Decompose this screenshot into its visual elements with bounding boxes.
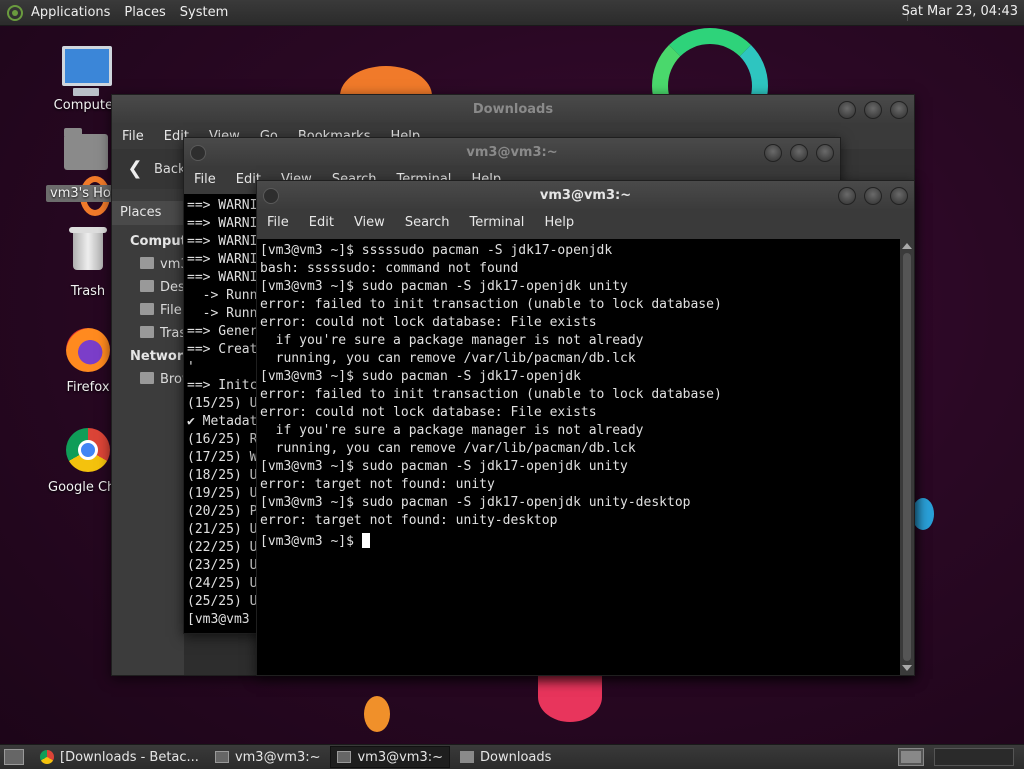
terminal-line: if you're sure a package manager is not …: [260, 423, 644, 438]
desktop-icon: [140, 280, 154, 292]
window-title: Downloads: [472, 101, 554, 117]
window-title: vm3@vm3:~: [539, 187, 632, 203]
text-cursor: [361, 533, 370, 548]
terminal-titlebar[interactable]: vm3@vm3:~: [184, 138, 840, 166]
terminal-line: running, you can remove /var/lib/pacman/…: [260, 441, 636, 456]
trash-icon: [140, 326, 154, 338]
terminal-line: error: failed to init transaction (unabl…: [260, 387, 722, 402]
terminal-icon: [214, 751, 229, 763]
scroll-up-icon[interactable]: [902, 243, 912, 249]
downloads-titlebar[interactable]: Downloads: [112, 95, 914, 123]
network-icon: [140, 372, 154, 384]
close-button[interactable]: [816, 144, 834, 162]
window-menu-icon[interactable]: [190, 145, 206, 161]
distro-logo-icon[interactable]: [7, 4, 23, 21]
terminal-line: bash: sssssudo: command not found: [260, 261, 519, 276]
scrollbar-thumb[interactable]: [903, 253, 911, 661]
minimize-button[interactable]: [764, 144, 782, 162]
minimize-button[interactable]: [838, 187, 856, 205]
terminal-line: error: target not found: unity-desktop: [260, 513, 558, 528]
home-icon: [140, 257, 154, 269]
menu-file[interactable]: File: [184, 172, 226, 187]
window-menu-icon[interactable]: [263, 188, 279, 204]
terminal-icon: [337, 751, 352, 763]
terminal-line: error: could not lock database: File exi…: [260, 315, 597, 330]
scroll-down-icon[interactable]: [902, 665, 912, 671]
terminal-prompt: [vm3@vm3 ~]$: [260, 534, 362, 549]
terminal-menubar: File Edit View Search Terminal Help: [257, 209, 914, 235]
terminal-line: if you're sure a package manager is not …: [260, 333, 644, 348]
folder-icon: [460, 751, 475, 763]
firefox-icon: [64, 328, 112, 376]
window-title: vm3@vm3:~: [466, 144, 558, 160]
bottom-panel: [Downloads - Betac... vm3@vm3:~ vm3@vm3:…: [0, 744, 1024, 769]
workspace-switcher-1[interactable]: [898, 748, 924, 766]
terminal-line: [vm3@vm3 ~]$ sudo pacman -S jdk17-openjd…: [260, 369, 581, 384]
close-button[interactable]: [890, 187, 908, 205]
workspace-switcher-2[interactable]: [934, 748, 1014, 766]
terminal-window-front[interactable]: vm3@vm3:~ File Edit View Search Terminal…: [256, 180, 915, 676]
terminal-line: [vm3@vm3 ~]$ sudo pacman -S jdk17-openjd…: [260, 459, 628, 474]
taskbar-item-terminal-1[interactable]: vm3@vm3:~: [209, 747, 327, 767]
back-arrow-icon[interactable]: ❮: [122, 156, 148, 182]
menu-view[interactable]: View: [344, 215, 395, 230]
terminal-line: [vm3@vm3 ~]$ sssssudo pacman -S jdk17-op…: [260, 243, 613, 258]
menu-edit[interactable]: Edit: [299, 215, 344, 230]
chrome-icon: [64, 428, 112, 476]
drive-icon: [140, 303, 154, 315]
top-panel: Applications Places System Sat Mar 23, 0…: [0, 0, 1024, 26]
maximize-button[interactable]: [864, 187, 882, 205]
maximize-button[interactable]: [864, 101, 882, 119]
places-header[interactable]: Places: [112, 201, 184, 225]
terminal-line: [vm3@vm3 ~]$ sudo pacman -S jdk17-openjd…: [260, 495, 691, 510]
taskbar-item-downloads[interactable]: Downloads: [454, 747, 557, 767]
wallpaper-blue-dot: [912, 498, 934, 530]
menu-places[interactable]: Places: [124, 5, 165, 20]
terminal-line: [vm3@vm3 ~]$ sudo pacman -S jdk17-openjd…: [260, 279, 628, 294]
menu-system[interactable]: System: [180, 5, 228, 20]
trash-icon: [64, 227, 112, 280]
terminal-output[interactable]: [vm3@vm3 ~]$ sssssudo pacman -S jdk17-op…: [257, 239, 900, 675]
terminal-scrollbar[interactable]: [900, 239, 914, 675]
terminal-line: error: failed to init transaction (unabl…: [260, 297, 722, 312]
terminal-prompt-line[interactable]: [vm3@vm3 ~]$: [257, 533, 900, 554]
menu-file[interactable]: File: [257, 215, 299, 230]
wallpaper-orange-dot: [364, 696, 390, 732]
clock[interactable]: Sat Mar 23, 04:43: [902, 4, 1018, 19]
home-folder-icon: [62, 128, 110, 182]
taskbar-item-terminal-2[interactable]: vm3@vm3:~: [330, 746, 451, 768]
terminal-line: error: target not found: unity: [260, 477, 495, 492]
menu-help[interactable]: Help: [534, 215, 584, 230]
sidebar-item-home[interactable]: vm3: [140, 257, 189, 272]
menu-applications[interactable]: Applications: [31, 5, 110, 20]
terminal-lines: [vm3@vm3 ~]$ sssssudo pacman -S jdk17-op…: [257, 239, 900, 533]
places-sidebar: [112, 203, 184, 675]
back-button[interactable]: Back: [154, 162, 186, 177]
terminal-titlebar[interactable]: vm3@vm3:~: [257, 181, 914, 209]
wallpaper-pink-shape: [538, 672, 602, 722]
chrome-icon: [40, 750, 54, 764]
menu-search[interactable]: Search: [395, 215, 460, 230]
maximize-button[interactable]: [790, 144, 808, 162]
show-desktop-icon[interactable]: [4, 749, 24, 765]
terminal-line: error: could not lock database: File exi…: [260, 405, 597, 420]
taskbar-item-chrome[interactable]: [Downloads - Betac...: [34, 747, 205, 767]
terminal-line: running, you can remove /var/lib/pacman/…: [260, 351, 636, 366]
minimize-button[interactable]: [838, 101, 856, 119]
menu-terminal[interactable]: Terminal: [459, 215, 534, 230]
computer-icon: [62, 46, 112, 96]
close-button[interactable]: [890, 101, 908, 119]
menu-file[interactable]: File: [112, 129, 154, 144]
